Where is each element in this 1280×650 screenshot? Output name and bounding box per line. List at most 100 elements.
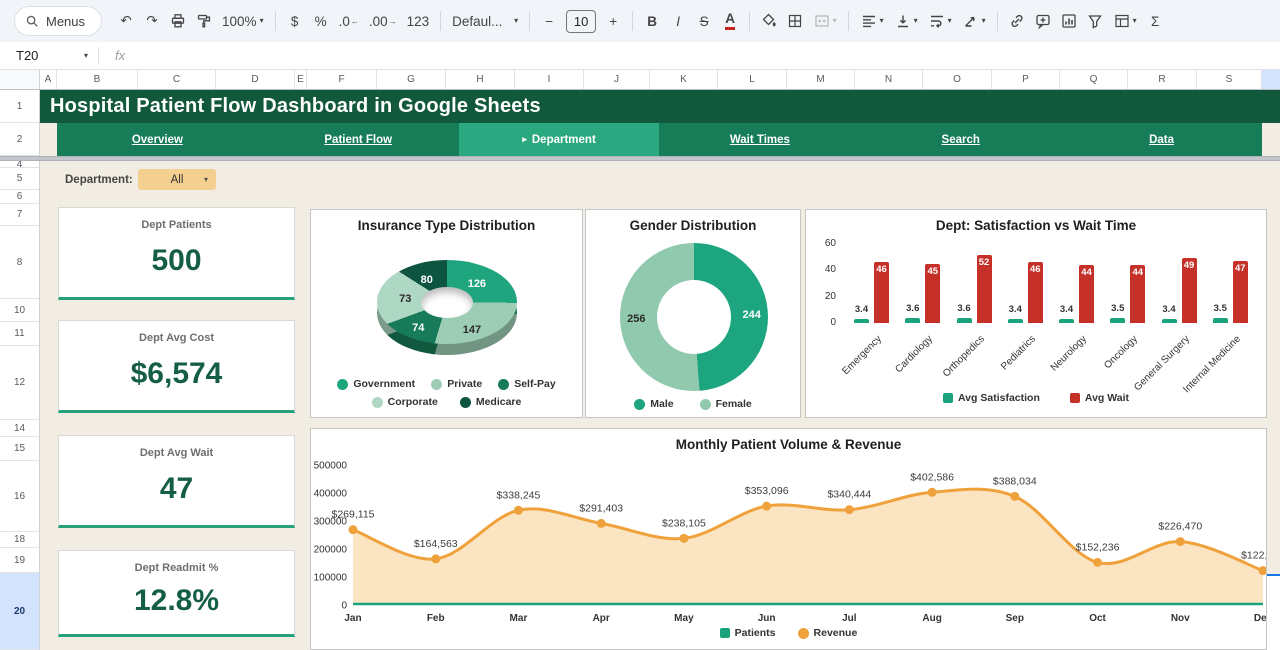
row-headers: 1245678101112141516181920 bbox=[0, 90, 40, 650]
redo-button[interactable]: ↷ bbox=[140, 8, 164, 34]
text-wrap-button[interactable]: ▾ bbox=[924, 8, 956, 34]
column-header-M[interactable]: M bbox=[787, 70, 855, 89]
column-header-C[interactable]: C bbox=[138, 70, 216, 89]
row-header-6[interactable]: 6 bbox=[0, 190, 39, 204]
create-filter-button[interactable] bbox=[1083, 8, 1107, 34]
decrease-decimal-button[interactable]: .0← bbox=[335, 8, 363, 34]
font-select[interactable]: Defaul...▾ bbox=[448, 8, 522, 34]
row-header-14[interactable]: 14 bbox=[0, 420, 39, 437]
decrease-font-size-button[interactable]: − bbox=[537, 8, 561, 34]
row-header-7[interactable]: 7 bbox=[0, 204, 39, 226]
nav-tab-wait-times[interactable]: Wait Times bbox=[659, 123, 860, 156]
nav-tab-department[interactable]: ▸Department bbox=[459, 123, 660, 156]
functions-button[interactable]: Σ bbox=[1143, 8, 1167, 34]
column-header-N[interactable]: N bbox=[855, 70, 923, 89]
row-header-11[interactable]: 11 bbox=[0, 322, 39, 346]
column-header-H[interactable]: H bbox=[446, 70, 515, 89]
pie-slice-value-medicare: 80 bbox=[421, 274, 433, 286]
cell-t20-region[interactable] bbox=[1267, 576, 1280, 650]
row-header-10[interactable]: 10 bbox=[0, 299, 39, 322]
row-header-12[interactable]: 12 bbox=[0, 346, 39, 420]
increase-font-size-button[interactable]: + bbox=[601, 8, 625, 34]
undo-button[interactable]: ↶ bbox=[114, 8, 138, 34]
increase-decimal-button[interactable]: .00→ bbox=[365, 8, 401, 34]
bar-value-label: 3.4 bbox=[1060, 304, 1073, 315]
table-views-button[interactable]: ▾ bbox=[1109, 8, 1141, 34]
frozen-rows-divider[interactable] bbox=[0, 156, 1280, 161]
column-header-J[interactable]: J bbox=[584, 70, 650, 89]
row-header-5[interactable]: 5 bbox=[0, 168, 39, 190]
column-header-O[interactable]: O bbox=[923, 70, 992, 89]
revenue-point bbox=[762, 502, 771, 511]
column-header-P[interactable]: P bbox=[992, 70, 1060, 89]
menus-label: Menus bbox=[46, 14, 85, 29]
fill-color-button[interactable] bbox=[757, 8, 781, 34]
row-header-8[interactable]: 8 bbox=[0, 226, 39, 299]
vertical-align-button[interactable]: ▾ bbox=[890, 8, 922, 34]
column-header-I[interactable]: I bbox=[515, 70, 584, 89]
kpi-card-dept-avg-cost[interactable]: Dept Avg Cost$6,574 bbox=[58, 320, 295, 413]
borders-button[interactable] bbox=[783, 8, 807, 34]
borders-icon bbox=[787, 13, 803, 29]
gender-chart-panel[interactable]: Gender Distribution244256MaleFemale bbox=[585, 209, 801, 418]
nav-tab-patient-flow[interactable]: Patient Flow bbox=[258, 123, 459, 156]
formula-input[interactable] bbox=[125, 42, 1280, 69]
format-currency-button[interactable]: $ bbox=[283, 8, 307, 34]
strikethrough-button[interactable]: S bbox=[692, 8, 716, 34]
nav-tab-search[interactable]: Search bbox=[860, 123, 1061, 156]
column-header-Q[interactable]: Q bbox=[1060, 70, 1128, 89]
horizontal-align-button[interactable]: ▾ bbox=[856, 8, 888, 34]
paint-format-button[interactable] bbox=[192, 8, 216, 34]
insert-comment-button[interactable] bbox=[1031, 8, 1055, 34]
insurance-chart-panel[interactable]: Insurance Type Distribution126147747380G… bbox=[310, 209, 583, 418]
column-header-D[interactable]: D bbox=[216, 70, 295, 89]
column-header-L[interactable]: L bbox=[718, 70, 787, 89]
bar-value-label: 46 bbox=[1030, 264, 1041, 275]
row-header-20[interactable]: 20 bbox=[0, 573, 39, 650]
nav-tab-data[interactable]: Data bbox=[1061, 123, 1262, 156]
more-formats-button[interactable]: 123 bbox=[403, 8, 434, 34]
revenue-point-label: $226,470 bbox=[1158, 521, 1202, 533]
column-header-G[interactable]: G bbox=[377, 70, 446, 89]
format-percent-button[interactable]: % bbox=[309, 8, 333, 34]
row-header-19[interactable]: 19 bbox=[0, 548, 39, 573]
merge-cells-button[interactable]: ▾ bbox=[809, 8, 841, 34]
row-header-15[interactable]: 15 bbox=[0, 437, 39, 461]
text-rotation-button[interactable]: ▾ bbox=[958, 8, 990, 34]
row-header-18[interactable]: 18 bbox=[0, 532, 39, 548]
row-header-4[interactable]: 4 bbox=[0, 161, 39, 168]
column-header-F[interactable]: F bbox=[307, 70, 377, 89]
select-all-corner[interactable] bbox=[0, 70, 40, 89]
monthly-chart-panel[interactable]: Monthly Patient Volume & Revenue01000002… bbox=[310, 428, 1267, 650]
italic-button[interactable]: I bbox=[666, 8, 690, 34]
formula-bar: T20 ▾ fx bbox=[0, 42, 1280, 70]
department-filter-dropdown[interactable]: All ▾ bbox=[138, 169, 216, 190]
revenue-point bbox=[845, 505, 854, 514]
column-header-K[interactable]: K bbox=[650, 70, 718, 89]
print-button[interactable] bbox=[166, 8, 190, 34]
column-header-E[interactable]: E bbox=[295, 70, 307, 89]
zoom-select[interactable]: 100%▾ bbox=[218, 8, 268, 34]
column-header-selected-partial[interactable] bbox=[1262, 70, 1280, 89]
font-size-input[interactable]: 10 bbox=[566, 10, 596, 33]
kpi-card-dept-patients[interactable]: Dept Patients500 bbox=[58, 207, 295, 300]
nav-tab-overview[interactable]: Overview bbox=[57, 123, 258, 156]
column-header-A[interactable]: A bbox=[40, 70, 57, 89]
column-header-R[interactable]: R bbox=[1128, 70, 1197, 89]
bold-button[interactable]: B bbox=[640, 8, 664, 34]
row-header-2[interactable]: 2 bbox=[0, 123, 39, 156]
name-box[interactable]: T20 ▾ bbox=[0, 48, 88, 63]
text-color-button[interactable]: A bbox=[718, 8, 742, 34]
row-header-16[interactable]: 16 bbox=[0, 461, 39, 532]
insert-link-button[interactable] bbox=[1005, 8, 1029, 34]
kpi-title: Dept Avg Wait bbox=[140, 447, 213, 459]
menus-button[interactable]: Menus bbox=[14, 6, 102, 36]
column-header-B[interactable]: B bbox=[57, 70, 138, 89]
kpi-card-dept-readmit-[interactable]: Dept Readmit %12.8% bbox=[58, 550, 295, 637]
sheet-canvas[interactable]: Hospital Patient Flow Dashboard in Googl… bbox=[40, 90, 1280, 650]
insert-chart-button[interactable] bbox=[1057, 8, 1081, 34]
kpi-card-dept-avg-wait[interactable]: Dept Avg Wait47 bbox=[58, 435, 295, 528]
satisfaction-chart-panel[interactable]: Dept: Satisfaction vs Wait Time60402003.… bbox=[805, 209, 1267, 418]
row-header-1[interactable]: 1 bbox=[0, 90, 39, 123]
column-header-S[interactable]: S bbox=[1197, 70, 1262, 89]
